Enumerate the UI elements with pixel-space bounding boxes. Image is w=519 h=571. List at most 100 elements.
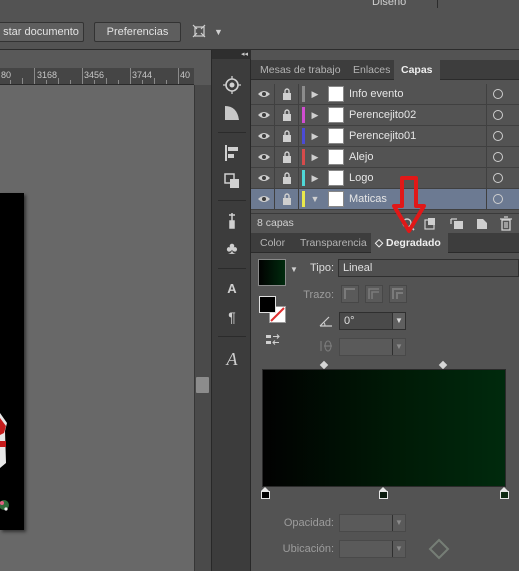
annotation-arrow xyxy=(391,176,427,236)
align-icon[interactable] xyxy=(221,142,243,164)
lock-icon[interactable] xyxy=(278,84,296,104)
panel-dock-icons: ◂◂ ♣ A ¶ A xyxy=(211,50,251,571)
target-icon[interactable] xyxy=(493,110,503,120)
gradient-type-value: Lineal xyxy=(343,262,373,274)
chevron-down-icon: ▼ xyxy=(392,339,405,355)
layer-row[interactable]: ▶ Perencejito01 xyxy=(251,126,519,147)
eye-icon[interactable] xyxy=(255,168,273,188)
location-label: Ubicación: xyxy=(282,543,334,555)
layer-thumbnail xyxy=(328,86,344,102)
stroke-gradient-within-button xyxy=(341,285,359,303)
eye-icon[interactable] xyxy=(255,147,273,167)
arrange-documents-icon[interactable] xyxy=(191,23,209,41)
layer-name: Perencejito02 xyxy=(349,109,417,121)
tab-links[interactable]: Enlaces xyxy=(346,60,397,80)
lock-icon[interactable] xyxy=(278,126,296,146)
type-label: Tipo: xyxy=(309,262,334,274)
tab-gradient-label: Degradado xyxy=(386,237,441,249)
target-icon[interactable] xyxy=(493,89,503,99)
opentype-icon[interactable]: A xyxy=(221,348,243,370)
stroke-label: Trazo: xyxy=(303,289,334,301)
layer-name: Alejo xyxy=(349,151,374,163)
reverse-gradient-icon[interactable] xyxy=(265,333,281,347)
trash-icon[interactable] xyxy=(499,216,513,231)
chevron-down-icon: ▼ xyxy=(392,515,405,531)
chevron-right-icon[interactable]: ▶ xyxy=(308,84,322,104)
artboard[interactable] xyxy=(0,193,24,530)
workspace-switcher[interactable]: Diseño xyxy=(372,0,406,8)
layer-row[interactable]: ▶ Perencejito02 xyxy=(251,105,519,126)
chevron-right-icon[interactable]: ▶ xyxy=(308,147,322,167)
lock-icon[interactable] xyxy=(278,168,296,188)
eye-icon[interactable] xyxy=(255,189,273,209)
gradient-stop[interactable] xyxy=(261,487,270,499)
symbols-icon[interactable] xyxy=(221,74,243,96)
chevron-right-icon[interactable]: ▶ xyxy=(308,168,322,188)
chevron-down-icon[interactable]: ▼ xyxy=(308,189,322,209)
place-document-button[interactable]: star documento xyxy=(0,22,84,42)
new-layer-icon[interactable] xyxy=(475,217,489,231)
chevron-down-icon[interactable]: ▼ xyxy=(392,313,405,329)
canvas[interactable] xyxy=(0,85,194,571)
layer-row[interactable]: ▶ Alejo xyxy=(251,147,519,168)
layer-row[interactable]: ▶ Info evento xyxy=(251,84,519,105)
layer-color xyxy=(302,107,305,123)
layer-color xyxy=(302,128,305,144)
collapse-panels-icon[interactable]: ◂◂ xyxy=(212,50,251,59)
tab-transparency[interactable]: Transparencia xyxy=(293,233,374,253)
horizontal-ruler: 80 3168 3456 3744 40 xyxy=(0,68,194,85)
chevron-down-icon: ▼ xyxy=(392,541,405,557)
lock-icon[interactable] xyxy=(278,189,296,209)
ruler-label: 3168 xyxy=(37,70,58,80)
aspect-ratio-icon xyxy=(318,339,334,353)
gradient-type-select[interactable]: Lineal xyxy=(338,259,519,277)
ruler-label: 3456 xyxy=(84,70,105,80)
gradient-swatch[interactable] xyxy=(258,259,286,286)
layer-row[interactable]: ▼ Maticas xyxy=(251,189,519,210)
angle-field[interactable]: 0° ▼ xyxy=(339,312,406,330)
lock-icon[interactable] xyxy=(278,147,296,167)
target-icon[interactable] xyxy=(493,152,503,162)
target-icon[interactable] xyxy=(493,173,503,183)
fill-swatch[interactable] xyxy=(259,296,276,313)
target-icon[interactable] xyxy=(493,194,503,204)
symbols-club-icon[interactable]: ♣ xyxy=(221,238,243,260)
chevron-down-icon[interactable]: ▼ xyxy=(214,27,223,37)
chevron-right-icon[interactable]: ▶ xyxy=(308,126,322,146)
artwork-fragment xyxy=(0,413,9,511)
chevron-right-icon[interactable]: ▶ xyxy=(308,105,322,125)
new-sublayer-icon[interactable] xyxy=(450,217,464,231)
divider xyxy=(437,0,438,8)
character-styles-icon[interactable]: A xyxy=(221,278,243,300)
chevron-down-icon[interactable]: ▼ xyxy=(290,265,298,274)
layer-color xyxy=(302,191,305,207)
layer-count: 8 capas xyxy=(257,217,294,229)
gradient-stop[interactable] xyxy=(500,487,509,499)
paragraph-styles-icon[interactable]: ¶ xyxy=(221,306,243,328)
tab-options-glyph: ◇ xyxy=(375,237,384,249)
eye-icon[interactable] xyxy=(255,84,273,104)
preferences-button[interactable]: Preferencias xyxy=(94,22,181,42)
gradient-panel-tabs: Color Transparencia ◇ Degradado xyxy=(251,233,519,253)
tab-layers[interactable]: Capas xyxy=(394,60,440,80)
graphic-styles-icon[interactable] xyxy=(221,102,243,124)
vertical-scrollbar[interactable] xyxy=(194,85,211,571)
gradient-stop[interactable] xyxy=(379,487,388,499)
layer-row[interactable]: ▶ Logo xyxy=(251,168,519,189)
opacity-field: ▼ xyxy=(339,514,406,532)
target-icon[interactable] xyxy=(493,131,503,141)
tab-artboards[interactable]: Mesas de trabajo xyxy=(253,60,348,80)
brushes-icon[interactable] xyxy=(221,210,243,232)
pathfinder-icon[interactable] xyxy=(221,170,243,192)
layer-thumbnail xyxy=(328,170,344,186)
control-bar: Diseño star documento Preferencias ▼ xyxy=(0,0,519,50)
layer-name: Info evento xyxy=(349,88,404,100)
ruler-label: 40 xyxy=(180,70,191,80)
ruler-label: 3744 xyxy=(132,70,153,80)
scrollbar-thumb[interactable] xyxy=(196,377,209,393)
eye-icon[interactable] xyxy=(255,105,273,125)
layer-name: Perencejito01 xyxy=(349,130,417,142)
eye-icon[interactable] xyxy=(255,126,273,146)
tab-color[interactable]: Color xyxy=(253,233,292,253)
lock-icon[interactable] xyxy=(278,105,296,125)
